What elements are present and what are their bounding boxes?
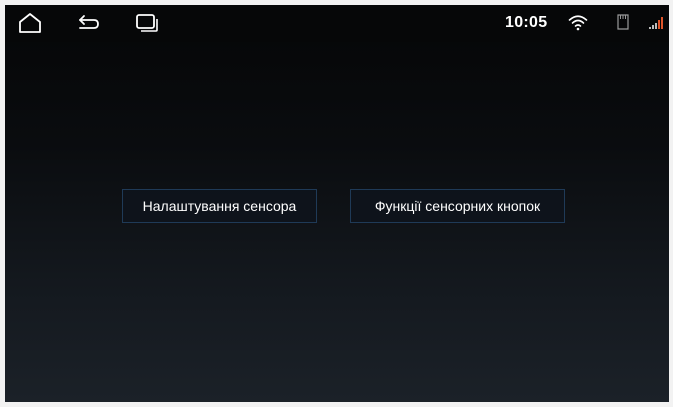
wifi-icon: [568, 14, 588, 31]
sd-card-icon: [617, 14, 629, 30]
back-button[interactable]: [77, 11, 101, 35]
signal-icon: [649, 17, 665, 29]
status-clock: 10:05: [505, 14, 548, 31]
touch-button-functions-label: Функції сенсорних кнопок: [374, 198, 541, 214]
back-icon: [77, 13, 101, 33]
recent-apps-icon: [135, 13, 159, 33]
recent-apps-button[interactable]: [135, 11, 159, 35]
home-button[interactable]: [18, 11, 42, 35]
touch-settings-label: Налаштування сенсора: [142, 198, 297, 214]
home-icon: [18, 12, 42, 34]
head-unit-screen: 10:05 Налаштування сенсора Функції сенсо…: [5, 5, 669, 402]
touch-settings-button[interactable]: Налаштування сенсора: [122, 189, 317, 223]
status-bar: 10:05: [5, 5, 669, 42]
touch-button-functions-button[interactable]: Функції сенсорних кнопок: [350, 189, 565, 223]
